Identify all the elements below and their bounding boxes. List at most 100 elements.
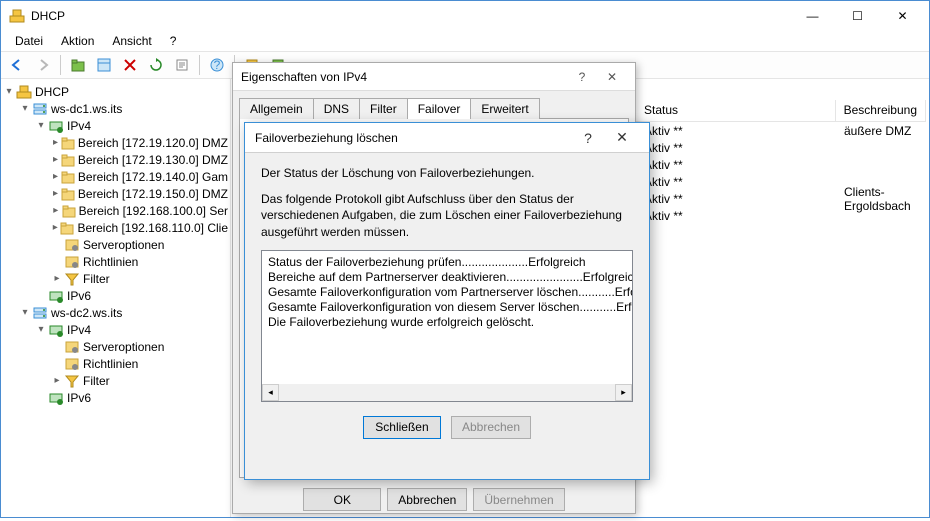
prop-close-button[interactable]: ✕ xyxy=(597,70,627,84)
close-button[interactable]: ✕ xyxy=(880,2,925,31)
col-desc[interactable]: Beschreibung xyxy=(836,100,926,121)
tree-label: DHCP xyxy=(33,85,69,99)
tree-caret[interactable] xyxy=(51,188,60,199)
tree-caret[interactable] xyxy=(51,273,63,284)
del-help-button[interactable]: ? xyxy=(571,130,605,146)
del-log[interactable]: Status der Failoverbeziehung prüfen.....… xyxy=(261,250,633,402)
tree-item[interactable]: Bereich [192.168.100.0] Ser xyxy=(3,202,228,219)
app-icon xyxy=(9,8,25,24)
list-row[interactable]: Aktiv **Clients-Ergoldsbach xyxy=(636,190,926,207)
ipv-icon xyxy=(47,322,65,338)
tree-item[interactable]: Filter xyxy=(3,270,228,287)
ipv-icon xyxy=(47,390,65,406)
back-button[interactable] xyxy=(5,53,29,77)
tree-caret[interactable] xyxy=(51,375,63,386)
menu-aktion[interactable]: Aktion xyxy=(53,32,102,50)
prop-button[interactable] xyxy=(92,53,116,77)
col-status[interactable]: Status xyxy=(636,100,836,121)
tree-caret[interactable] xyxy=(35,120,47,131)
tree-label: IPv6 xyxy=(65,391,91,405)
tree-label: Bereich [172.19.130.0] DMZ xyxy=(76,153,228,167)
tree-label: Richtlinien xyxy=(81,255,138,269)
tree-item[interactable]: Bereich [172.19.130.0] DMZ xyxy=(3,151,228,168)
cell-status: Aktiv ** xyxy=(636,209,836,223)
del-cancel-button[interactable]: Abbrechen xyxy=(451,416,531,439)
tree-item[interactable]: IPv4 xyxy=(3,117,228,134)
prop-ok-button[interactable]: OK xyxy=(303,488,381,511)
tree-caret[interactable] xyxy=(35,324,47,335)
tree-caret[interactable] xyxy=(51,154,60,165)
tree-item[interactable]: Richtlinien xyxy=(3,253,228,270)
prop-cancel-button[interactable]: Abbrechen xyxy=(387,488,467,511)
refresh-button[interactable] xyxy=(144,53,168,77)
tree-caret[interactable] xyxy=(51,222,59,233)
del-close-button[interactable]: ✕ xyxy=(605,129,639,146)
prop-help-button[interactable]: ? xyxy=(567,70,597,84)
maximize-button[interactable]: ☐ xyxy=(835,2,880,31)
tree-caret[interactable] xyxy=(51,205,61,216)
tree-label: Bereich [192.168.100.0] Ser xyxy=(77,204,228,218)
tab-erweitert[interactable]: Erweitert xyxy=(470,98,539,119)
tree-item[interactable]: Richtlinien xyxy=(3,355,228,372)
tree-item[interactable]: Bereich [192.168.110.0] Clie xyxy=(3,219,228,236)
tree-item[interactable]: Serveroptionen xyxy=(3,236,228,253)
tree-item[interactable]: Bereich [172.19.140.0] Gam xyxy=(3,168,228,185)
tree-item[interactable]: DHCP xyxy=(3,83,228,100)
tree-label: IPv4 xyxy=(65,119,91,133)
scroll-track[interactable] xyxy=(279,384,615,401)
tab-failover[interactable]: Failover xyxy=(407,98,472,119)
tree-caret[interactable] xyxy=(19,307,31,318)
list-row[interactable]: Aktiv ** xyxy=(636,139,926,156)
scope-icon xyxy=(60,152,76,168)
tree-caret[interactable] xyxy=(51,137,60,148)
export-button[interactable] xyxy=(170,53,194,77)
list-header: Status Beschreibung xyxy=(636,100,926,122)
menu-help[interactable]: ? xyxy=(162,32,185,50)
list-row[interactable]: Aktiv **äußere DMZ xyxy=(636,122,926,139)
tree-item[interactable]: IPv4 xyxy=(3,321,228,338)
menu-datei[interactable]: Datei xyxy=(7,32,51,50)
tree-view[interactable]: DHCPws-dc1.ws.its IPv4 Bereich [172.19.120… xyxy=(1,79,231,517)
tree-label: Filter xyxy=(81,374,110,388)
tree-item[interactable]: Bereich [172.19.120.0] DMZ xyxy=(3,134,228,151)
forward-button[interactable] xyxy=(31,53,55,77)
scroll-right[interactable]: ▸ xyxy=(615,384,632,401)
delete-button[interactable] xyxy=(118,53,142,77)
tab-filter[interactable]: Filter xyxy=(359,98,408,119)
tree-label: Bereich [172.19.120.0] DMZ xyxy=(76,136,228,150)
opt-icon xyxy=(63,254,81,270)
scroll-left[interactable]: ◂ xyxy=(262,384,279,401)
menu-ansicht[interactable]: Ansicht xyxy=(104,32,159,50)
help-button[interactable]: ? xyxy=(205,53,229,77)
log-hscrollbar[interactable]: ◂ ▸ xyxy=(262,384,632,401)
del-title: Failoverbeziehung löschen xyxy=(255,131,571,145)
del-titlebar[interactable]: Failoverbeziehung löschen ? ✕ xyxy=(245,123,649,153)
list-visible-part: Status Beschreibung Aktiv **äußere DMZ Ak… xyxy=(636,100,926,224)
del-close-action-button[interactable]: Schließen xyxy=(363,416,441,439)
list-row[interactable]: Aktiv ** xyxy=(636,156,926,173)
menubar: Datei Aktion Ansicht ? xyxy=(1,31,929,51)
tree-item[interactable]: IPv6 xyxy=(3,389,228,406)
svg-text:?: ? xyxy=(214,58,221,72)
tree-caret[interactable] xyxy=(19,103,31,114)
tree-item[interactable]: Filter xyxy=(3,372,228,389)
tab-dns[interactable]: DNS xyxy=(313,98,360,119)
tree-caret[interactable] xyxy=(51,171,60,182)
tree-item[interactable]: IPv6 xyxy=(3,287,228,304)
tree-caret[interactable] xyxy=(3,86,15,97)
up-button[interactable] xyxy=(66,53,90,77)
tree-label: ws-dc2.ws.its xyxy=(49,306,122,320)
tree-item[interactable]: Serveroptionen xyxy=(3,338,228,355)
ipv-icon xyxy=(47,118,65,134)
del-text1: Der Status der Löschung von Failoverbezi… xyxy=(261,165,633,181)
prop-titlebar[interactable]: Eigenschaften von IPv4 ? ✕ xyxy=(233,63,635,91)
tree-item[interactable]: ws-dc2.ws.its xyxy=(3,304,228,321)
cell-status: Aktiv ** xyxy=(636,141,836,155)
tree-item[interactable]: Bereich [172.19.150.0] DMZ xyxy=(3,185,228,202)
minimize-button[interactable]: — xyxy=(790,2,835,31)
tree-label: Bereich [172.19.150.0] DMZ xyxy=(76,187,228,201)
tree-item[interactable]: ws-dc1.ws.its xyxy=(3,100,228,117)
window-title: DHCP xyxy=(31,9,790,23)
tab-allgemein[interactable]: Allgemein xyxy=(239,98,314,119)
prop-apply-button[interactable]: Übernehmen xyxy=(473,488,564,511)
